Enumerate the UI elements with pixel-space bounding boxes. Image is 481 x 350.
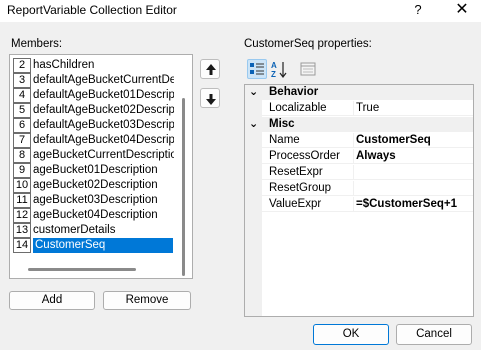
category-label: Behavior bbox=[269, 86, 319, 98]
property-name: ProcessOrder bbox=[269, 150, 340, 162]
list-item[interactable]: 2 hasChildren bbox=[10, 58, 192, 73]
property-row-name[interactable]: Name CustomerSeq bbox=[245, 133, 473, 148]
vertical-scrollbar[interactable] bbox=[182, 98, 185, 276]
property-row-valueexpr[interactable]: ValueExpr =$CustomerSeq+1 bbox=[245, 197, 473, 212]
categorized-icon[interactable] bbox=[247, 59, 267, 79]
property-name: ResetExpr bbox=[269, 166, 323, 178]
list-item-index: 11 bbox=[13, 193, 31, 208]
list-item-index: 6 bbox=[13, 118, 31, 133]
list-item-index: 14 bbox=[13, 238, 31, 253]
list-item[interactable]: 11 ageBucket03Description bbox=[10, 193, 192, 208]
list-item-selected[interactable]: 14 CustomerSeq bbox=[10, 238, 192, 253]
property-value[interactable]: Always bbox=[353, 149, 473, 164]
property-name: Localizable bbox=[269, 102, 327, 114]
list-item-index: 9 bbox=[13, 163, 31, 178]
property-row-localizable[interactable]: Localizable True bbox=[245, 101, 473, 116]
members-label: Members: bbox=[11, 38, 63, 50]
list-item-label: ageBucket03Description bbox=[33, 194, 158, 206]
list-item[interactable]: 3 defaultAgeBucketCurrentDes bbox=[10, 73, 192, 88]
property-value[interactable]: True bbox=[353, 101, 473, 116]
list-item-index: 4 bbox=[13, 88, 31, 103]
list-item-label: ageBucket04Description bbox=[33, 209, 158, 221]
list-item[interactable]: 5 defaultAgeBucket02Descript bbox=[10, 103, 192, 118]
chevron-down-icon[interactable]: ⌄ bbox=[249, 85, 261, 100]
cancel-button[interactable]: Cancel bbox=[396, 324, 472, 345]
property-value[interactable] bbox=[353, 181, 473, 196]
list-item[interactable]: 12 ageBucket04Description bbox=[10, 208, 192, 223]
property-value[interactable]: CustomerSeq bbox=[353, 133, 473, 148]
move-up-button[interactable] bbox=[200, 59, 220, 79]
list-item-label: CustomerSeq bbox=[33, 238, 173, 253]
list-item-label: ageBucket02Description bbox=[33, 179, 158, 191]
property-row-processorder[interactable]: ProcessOrder Always bbox=[245, 149, 473, 164]
svg-text:A: A bbox=[271, 61, 277, 70]
property-pages-icon[interactable] bbox=[298, 59, 318, 79]
list-item[interactable]: 7 defaultAgeBucket04Descript bbox=[10, 133, 192, 148]
chevron-down-icon[interactable]: ⌄ bbox=[249, 117, 261, 132]
list-item-index: 12 bbox=[13, 208, 31, 223]
list-item[interactable]: 13 customerDetails bbox=[10, 223, 192, 238]
ok-button[interactable]: OK bbox=[313, 324, 389, 345]
list-item[interactable]: 4 defaultAgeBucket01Descript bbox=[10, 88, 192, 103]
list-item-index: 3 bbox=[13, 73, 31, 88]
list-item-label: hasChildren bbox=[33, 59, 95, 71]
list-item-label: defaultAgeBucket02Descript bbox=[33, 104, 174, 116]
list-item-index: 7 bbox=[13, 133, 31, 148]
arrow-down-icon bbox=[206, 94, 216, 105]
close-button[interactable]: ✕ bbox=[452, 1, 472, 19]
list-item[interactable]: 8 ageBucketCurrentDescriptio bbox=[10, 148, 192, 163]
property-name: ValueExpr bbox=[269, 198, 322, 210]
list-item-label: defaultAgeBucket03Descript bbox=[33, 119, 174, 131]
list-item-index: 2 bbox=[13, 58, 31, 73]
window-title: ReportVariable Collection Editor bbox=[7, 3, 177, 17]
list-item-index: 13 bbox=[13, 223, 31, 238]
list-item-label: customerDetails bbox=[33, 224, 116, 236]
property-row-resetgroup[interactable]: ResetGroup bbox=[245, 181, 473, 196]
help-button[interactable]: ? bbox=[409, 1, 427, 19]
list-item-label: ageBucketCurrentDescriptio bbox=[33, 149, 174, 161]
category-row-behavior[interactable]: ⌄ Behavior bbox=[245, 85, 473, 100]
list-item[interactable]: 10 ageBucket02Description bbox=[10, 178, 192, 193]
list-item-label: defaultAgeBucket01Descript bbox=[33, 89, 174, 101]
category-label: Misc bbox=[269, 118, 295, 130]
property-value[interactable]: =$CustomerSeq+1 bbox=[353, 197, 473, 212]
property-name: Name bbox=[269, 134, 300, 146]
svg-text:Z: Z bbox=[271, 70, 276, 79]
list-item[interactable]: 9 ageBucket01Description bbox=[10, 163, 192, 178]
list-item-label: defaultAgeBucket04Descript bbox=[33, 134, 174, 146]
property-value[interactable] bbox=[353, 165, 473, 180]
properties-label: CustomerSeq properties: bbox=[244, 38, 372, 50]
list-item-label: ageBucket01Description bbox=[33, 164, 158, 176]
category-row-misc[interactable]: ⌄ Misc bbox=[245, 117, 473, 132]
list-item[interactable]: 6 defaultAgeBucket03Descript bbox=[10, 118, 192, 133]
remove-button[interactable]: Remove bbox=[103, 291, 191, 310]
add-button[interactable]: Add bbox=[9, 291, 95, 310]
horizontal-scrollbar[interactable] bbox=[28, 268, 136, 271]
members-list[interactable]: 2 hasChildren 3 defaultAgeBucketCurrentD… bbox=[9, 54, 193, 279]
list-item-index: 10 bbox=[13, 178, 31, 193]
arrow-up-icon bbox=[206, 64, 216, 75]
list-item-index: 5 bbox=[13, 103, 31, 118]
list-item-label: defaultAgeBucketCurrentDes bbox=[33, 74, 174, 86]
list-item-index: 8 bbox=[13, 148, 31, 163]
property-row-resetexpr[interactable]: ResetExpr bbox=[245, 165, 473, 180]
property-name: ResetGroup bbox=[269, 182, 332, 194]
alphabetical-icon[interactable]: A Z bbox=[269, 59, 289, 79]
property-grid[interactable]: ⌄ Behavior Localizable True ⌄ Misc Name … bbox=[244, 84, 474, 317]
move-down-button[interactable] bbox=[200, 88, 220, 108]
title-bar: ReportVariable Collection Editor ? ✕ bbox=[0, 0, 481, 22]
